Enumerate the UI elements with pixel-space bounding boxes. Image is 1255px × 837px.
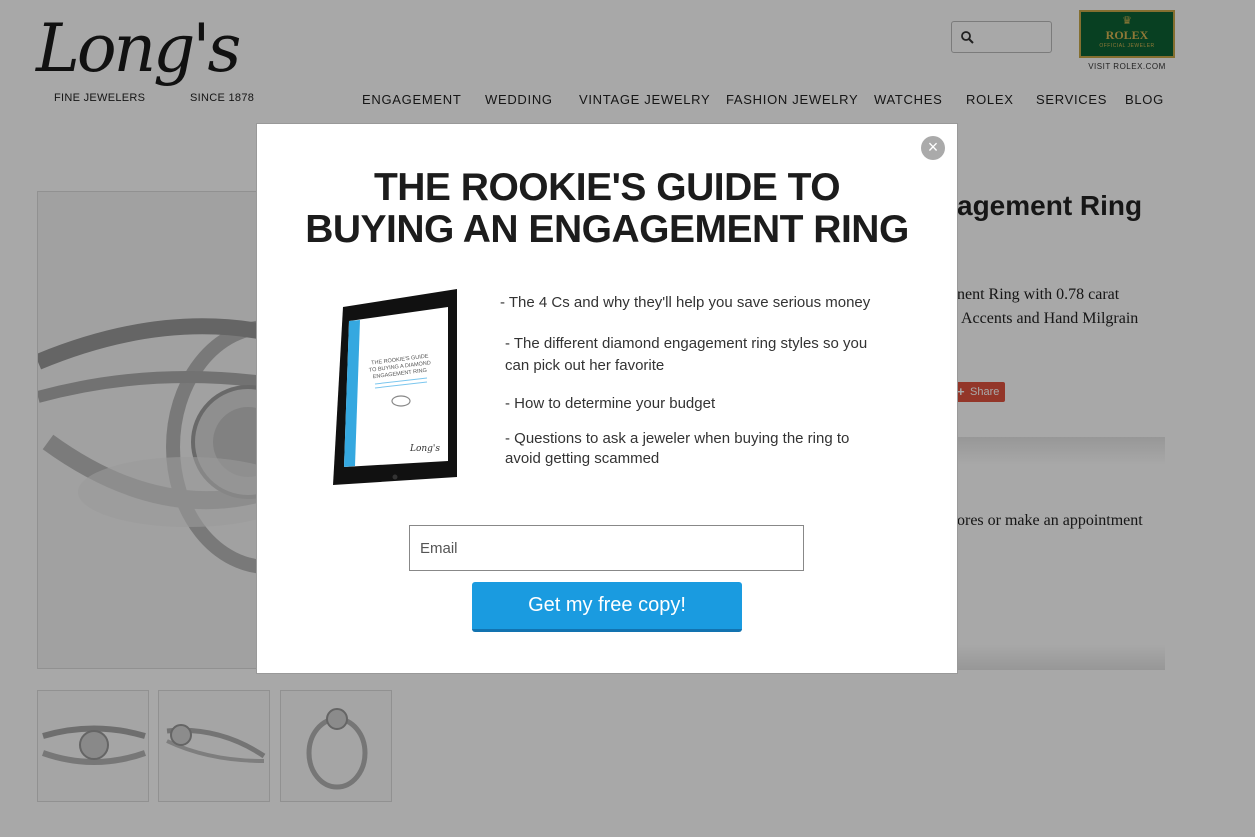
benefit-item-3: - How to determine your budget [505, 394, 715, 414]
get-free-copy-button[interactable]: Get my free copy! [472, 582, 742, 632]
benefit-item-3-line1: - How to determine your budget [505, 395, 716, 412]
ebook-signup-modal: × THE ROOKIE'S GUIDE TO BUYING AN ENGAGE… [256, 123, 958, 674]
benefit-item-1-line1: - The 4 Cs and why they'll help you save… [500, 294, 871, 311]
benefit-item-2-line1: - The different diamond engagement ring … [505, 335, 868, 352]
benefit-item-2-line2: can pick out her favorite [505, 357, 665, 374]
email-field[interactable] [409, 525, 804, 571]
ebook-tablet-image: THE ROOKIE'S GUIDE TO BUYING A DIAMOND E… [333, 289, 457, 485]
modal-title-line2: BUYING AN ENGAGEMENT RING [305, 208, 909, 251]
ebook-brand: Long's [409, 444, 440, 454]
benefit-item-2: - The different diamond engagement ring … [505, 334, 867, 376]
benefit-item-1: - The 4 Cs and why they'll help you save… [500, 293, 870, 313]
benefit-item-4-line2: avoid getting scammed [505, 450, 660, 467]
benefit-item-4: - Questions to ask a jeweler when buying… [505, 429, 849, 469]
close-button[interactable]: × [921, 136, 945, 160]
benefit-item-4-line1: - Questions to ask a jeweler when buying… [505, 430, 850, 447]
modal-title-line1: THE ROOKIE'S GUIDE TO [373, 166, 841, 209]
